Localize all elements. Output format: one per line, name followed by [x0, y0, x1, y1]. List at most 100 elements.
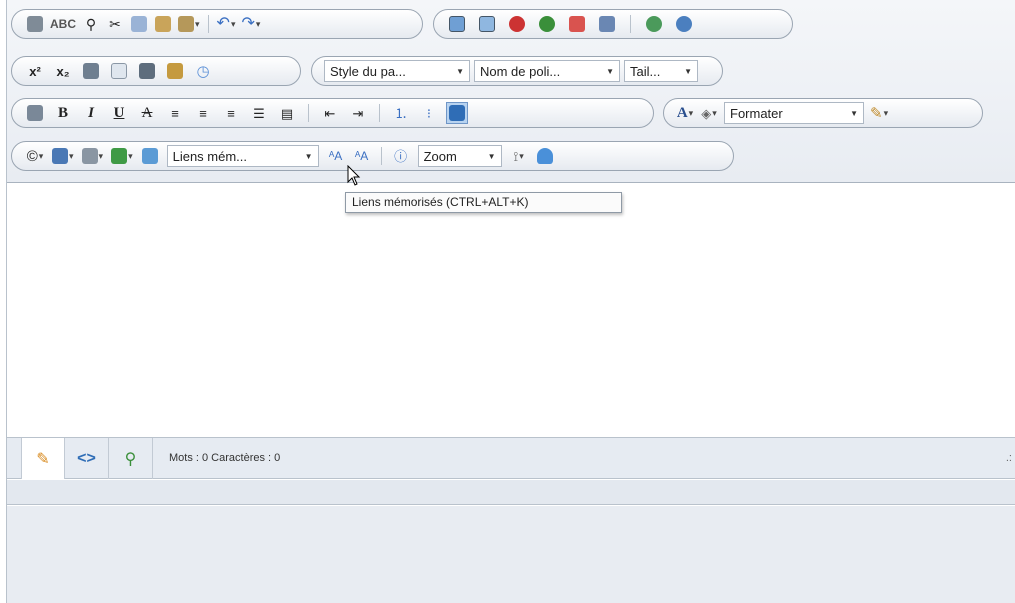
toolbar-group-clipboard: ABC ⚲ ✂ ▾ ↶ ▾ ↷ ▾: [11, 9, 423, 39]
dropdown-arrow-icon: ▾: [128, 150, 133, 161]
copy-icon: [131, 16, 147, 32]
insert-time-button[interactable]: ◷: [192, 60, 214, 82]
separator: [207, 15, 209, 33]
zoom-select[interactable]: Zoom ▼: [417, 145, 502, 167]
calendar-icon: [111, 63, 127, 79]
clock-icon: ◷: [196, 62, 210, 80]
cut-button[interactable]: ✂: [104, 13, 126, 35]
print-button[interactable]: [24, 13, 46, 35]
copy-button[interactable]: [128, 13, 150, 35]
decrease-font-button[interactable]: ᴬA: [325, 145, 347, 167]
saved-links-select[interactable]: Liens mém... ▼: [166, 145, 319, 167]
module-manager-button[interactable]: ⟟ ▾: [508, 145, 530, 167]
status-bar: ✎ <> ⚲ Mots : 0 Caractères : 0 .:: [7, 437, 1015, 479]
align-left-button[interactable]: ≡: [164, 102, 186, 124]
flash-button[interactable]: [506, 13, 528, 35]
subscript-label: x₂: [56, 63, 70, 79]
align-right-button[interactable]: ≡: [220, 102, 242, 124]
insert-symbol-button[interactable]: ▾: [109, 145, 135, 167]
justify-button[interactable]: ☰: [248, 102, 270, 124]
media-icon: [539, 16, 555, 32]
insert-field-button[interactable]: [164, 60, 186, 82]
format-painter-button[interactable]: ✎ ▾: [868, 102, 890, 124]
align-center-button[interactable]: ≡: [192, 102, 214, 124]
horizontal-rule-button[interactable]: ▤: [276, 102, 298, 124]
align-left-icon: ≡: [171, 105, 179, 121]
spellcheck-icon: ABC: [50, 17, 76, 31]
strikethrough-button[interactable]: A: [136, 102, 158, 124]
user-button[interactable]: [643, 13, 665, 35]
insert-document-button[interactable]: [566, 13, 588, 35]
image-map-button[interactable]: [139, 145, 161, 167]
redo-button[interactable]: ↷ ▾: [239, 13, 262, 35]
dropdown-arrow-icon: ▾: [69, 150, 74, 161]
user-icon: [646, 16, 662, 32]
toolbar-group-script: x² x₂ ◷: [11, 56, 301, 86]
form-elements-button[interactable]: ▾: [80, 145, 106, 167]
bold-label: B: [57, 104, 68, 121]
tab-design[interactable]: ✎: [21, 438, 65, 479]
insert-box-button[interactable]: [446, 102, 468, 124]
superscript-button[interactable]: x²: [24, 60, 46, 82]
font-size-select[interactable]: Tail... ▼: [624, 60, 698, 82]
highlight-color-button[interactable]: ◈ ▾: [698, 102, 720, 124]
format-select[interactable]: Formater ▼: [724, 102, 864, 124]
insert-paragraph-button[interactable]: [80, 60, 102, 82]
subscript-button[interactable]: x₂: [52, 60, 74, 82]
saved-links-value: Liens mém...: [172, 148, 248, 164]
tab-preview[interactable]: ⚲: [109, 438, 153, 479]
numbered-list-button[interactable]: ⒈: [390, 102, 412, 124]
separator: [379, 104, 380, 122]
template-button[interactable]: [596, 13, 618, 35]
format-painter-icon: ✎: [870, 104, 883, 122]
dropdown-arrow-icon: ▾: [255, 18, 261, 29]
bold-button[interactable]: B: [52, 102, 74, 124]
select-all-button[interactable]: [24, 102, 46, 124]
bulleted-list-button[interactable]: ⁝: [418, 102, 440, 124]
paragraph-style-value: Style du pa...: [330, 63, 406, 79]
dropdown-arrow-icon: ▼: [304, 151, 313, 161]
dropdown-arrow-icon: ▾: [519, 150, 524, 161]
redo-icon: ↷: [241, 15, 255, 32]
info-button[interactable]: ⓘ: [390, 145, 412, 167]
spellcheck-button[interactable]: ABC: [48, 13, 78, 35]
insert-date-button[interactable]: [108, 60, 130, 82]
image-gallery-button[interactable]: [476, 13, 498, 35]
paragraph-style-select[interactable]: Style du pa... ▼: [324, 60, 470, 82]
insert-table-button[interactable]: ▾: [50, 145, 76, 167]
font-name-select[interactable]: Nom de poli... ▼: [474, 60, 620, 82]
toolbar-group-color: A ▾ ◈ ▾ Formater ▼ ✎ ▾: [663, 98, 983, 128]
underline-button[interactable]: U: [108, 102, 130, 124]
paste-special-button[interactable]: ▾: [176, 13, 202, 35]
media-button[interactable]: [536, 13, 558, 35]
field-icon: [167, 63, 183, 79]
resize-handle-icon[interactable]: .:: [1006, 452, 1012, 464]
pencil-icon: ✎: [36, 450, 50, 468]
italic-label: I: [88, 104, 94, 121]
tab-html[interactable]: <>: [65, 438, 109, 479]
paste-button[interactable]: [152, 13, 174, 35]
editor-content-area[interactable]: [7, 184, 1015, 437]
increase-font-button[interactable]: ᴬA: [351, 145, 373, 167]
special-char-button[interactable]: © ▾: [24, 145, 46, 167]
users-button[interactable]: [673, 13, 695, 35]
undo-button[interactable]: ↶ ▾: [215, 13, 238, 35]
sitemap-icon: ⟟: [513, 148, 519, 164]
outdent-button[interactable]: ⇤: [319, 102, 341, 124]
image-map-icon: [141, 148, 158, 164]
find-button[interactable]: ⚲: [80, 13, 102, 35]
dropdown-arrow-icon: ▾: [688, 107, 694, 118]
indent-button[interactable]: ⇥: [347, 102, 369, 124]
font-name-value: Nom de poli...: [480, 63, 561, 79]
insert-image-button[interactable]: [446, 13, 468, 35]
toolbar-group-tools: © ▾ ▾ ▾ ▾ Liens mém... ▼ ᴬA ᴬA ⓘ Zoom ▼ ⟟ ▾: [11, 141, 734, 171]
dropdown-arrow-icon: ▼: [456, 66, 464, 76]
code-icon: <>: [77, 449, 96, 467]
horizontal-rule-icon: ▤: [280, 105, 294, 121]
italic-button[interactable]: I: [80, 102, 102, 124]
line-spacing-button[interactable]: [136, 60, 158, 82]
toolbar-group-formatting: B I U A ≡ ≡ ≡ ☰ ▤ ⇤ ⇥ ⒈ ⁝: [11, 98, 654, 128]
help-button[interactable]: [534, 145, 556, 167]
font-color-button[interactable]: A ▾: [674, 102, 696, 124]
insert-box-icon: [449, 105, 465, 121]
